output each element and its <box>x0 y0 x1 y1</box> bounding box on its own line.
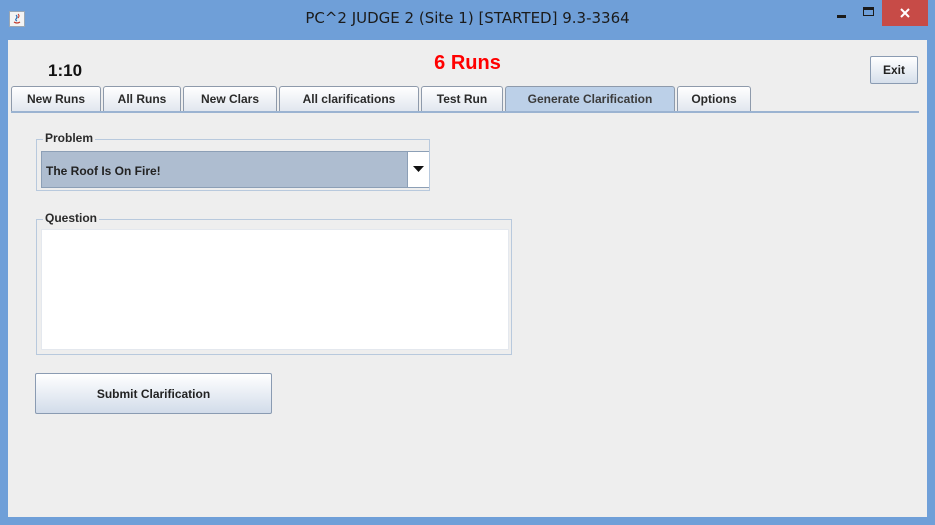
chevron-down-icon <box>413 166 424 172</box>
runs-count-label: 6 Runs <box>434 52 501 74</box>
app-window: PC^2 JUDGE 2 (Site 1) [STARTED] 9.3-3364… <box>0 0 935 525</box>
problem-select[interactable]: The Roof Is On Fire! <box>41 151 429 188</box>
tab-content-border <box>11 111 919 113</box>
title-bar[interactable]: PC^2 JUDGE 2 (Site 1) [STARTED] 9.3-3364 <box>0 0 935 40</box>
close-icon <box>900 8 910 18</box>
close-button[interactable] <box>882 0 928 26</box>
tab-test-run[interactable]: Test Run <box>421 86 503 112</box>
tab-new-runs[interactable]: New Runs <box>11 86 101 112</box>
minimize-icon <box>837 15 846 18</box>
question-textarea[interactable] <box>41 229 509 350</box>
question-label: Question <box>43 211 100 225</box>
submit-clarification-button[interactable]: Submit Clarification <box>35 373 272 414</box>
window-title: PC^2 JUDGE 2 (Site 1) [STARTED] 9.3-3364 <box>305 9 630 27</box>
tab-all-clarifications[interactable]: All clarifications <box>279 86 419 112</box>
problem-label: Problem <box>43 131 96 145</box>
maximize-button[interactable] <box>855 0 882 26</box>
problem-selected-value: The Roof Is On Fire! <box>46 164 161 178</box>
tab-options[interactable]: Options <box>677 86 751 112</box>
tab-all-runs[interactable]: All Runs <box>103 86 181 112</box>
maximize-icon <box>863 7 874 16</box>
tab-generate-clarification[interactable]: Generate Clarification <box>505 86 675 112</box>
minimize-button[interactable] <box>828 0 855 26</box>
dropdown-button[interactable] <box>407 152 429 187</box>
tab-new-clars[interactable]: New Clars <box>183 86 277 112</box>
